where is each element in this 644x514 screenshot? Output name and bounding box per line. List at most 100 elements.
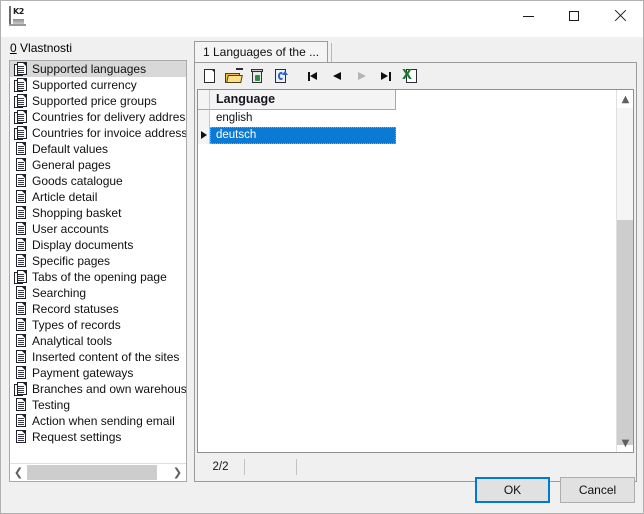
- list-item[interactable]: Default values: [10, 141, 186, 157]
- list-item[interactable]: Specific pages: [10, 253, 186, 269]
- list-item[interactable]: Types of records: [10, 317, 186, 333]
- delete-record-button[interactable]: [245, 65, 269, 87]
- list-item[interactable]: Countries for invoice addresses: [10, 125, 186, 141]
- grid-row-gutter: [198, 127, 210, 144]
- maximize-icon: [569, 11, 579, 21]
- list-item-label: Goods catalogue: [32, 174, 123, 188]
- list-item-label: Tabs of the opening page: [32, 270, 167, 284]
- refresh-document-icon: [274, 68, 288, 84]
- properties-list[interactable]: Supported languages Supported currency Sup…: [9, 60, 187, 482]
- properties-pane: 0 Vlastnosti Supported languages Supporte…: [9, 41, 187, 482]
- list-item[interactable]: Tabs of the opening page: [10, 269, 186, 285]
- document-icon: [14, 174, 27, 188]
- list-item-label: Branches and own warehouses: [32, 382, 186, 396]
- grid-vertical-scrollbar[interactable]: ▲ ▼: [616, 90, 633, 452]
- list-item-label: Request settings: [32, 430, 122, 444]
- list-item[interactable]: Display documents: [10, 237, 186, 253]
- record-counter: 2/2: [197, 459, 245, 475]
- document-icon: [14, 286, 27, 300]
- list-item[interactable]: Supported languages: [10, 61, 186, 77]
- list-item-label: Display documents: [32, 238, 134, 252]
- table-row[interactable]: english: [198, 110, 616, 127]
- document-icon: [14, 430, 27, 444]
- scroll-up-icon[interactable]: ▲: [617, 90, 633, 108]
- close-icon: [614, 10, 626, 22]
- table-row[interactable]: deutsch: [198, 127, 616, 144]
- multi-document-icon: [14, 62, 27, 76]
- list-item-label: Article detail: [32, 190, 98, 204]
- ok-button[interactable]: OK: [475, 477, 550, 503]
- properties-pane-accelerator: 0: [10, 41, 17, 55]
- close-button[interactable]: [597, 1, 643, 31]
- list-item[interactable]: Supported price groups: [10, 93, 186, 109]
- list-item[interactable]: Analytical tools: [10, 333, 186, 349]
- title-bar: K2: [1, 1, 643, 37]
- languages-grid[interactable]: Language english deutsch ▲ ▼: [197, 89, 634, 453]
- list-item-label: User accounts: [32, 222, 109, 236]
- document-icon: [14, 158, 27, 172]
- table-cell[interactable]: deutsch: [210, 127, 396, 144]
- navigate-next-icon: [354, 70, 369, 82]
- previous-record-button[interactable]: [325, 65, 349, 87]
- list-item[interactable]: Testing: [10, 397, 186, 413]
- list-item[interactable]: Article detail: [10, 189, 186, 205]
- document-icon: [14, 350, 27, 364]
- properties-pane-label-text: Vlastnosti: [16, 41, 73, 55]
- properties-pane-label: 0 Vlastnosti: [9, 41, 187, 58]
- last-record-button[interactable]: [373, 65, 397, 87]
- first-record-button[interactable]: [301, 65, 325, 87]
- recycle-bin-icon: [250, 68, 264, 84]
- vertical-scroll-thumb[interactable]: [617, 220, 633, 445]
- grid-gutter-header: [198, 90, 210, 110]
- list-item[interactable]: General pages: [10, 157, 186, 173]
- next-record-button[interactable]: [349, 65, 373, 87]
- list-item-label: Shopping basket: [32, 206, 122, 220]
- maximize-button[interactable]: [551, 1, 597, 31]
- list-item-label: Analytical tools: [32, 334, 113, 348]
- list-item[interactable]: Shopping basket: [10, 205, 186, 221]
- document-icon: [14, 366, 27, 380]
- open-record-button[interactable]: [221, 65, 245, 87]
- horizontal-scroll-thumb[interactable]: [27, 465, 157, 480]
- list-item[interactable]: Inserted content of the sites: [10, 349, 186, 365]
- document-icon: [14, 398, 27, 412]
- export-excel-button[interactable]: X: [397, 65, 421, 87]
- list-item[interactable]: Supported currency: [10, 77, 186, 93]
- list-item[interactable]: Record statuses: [10, 301, 186, 317]
- list-item[interactable]: Branches and own warehouses: [10, 381, 186, 397]
- column-header[interactable]: Language: [210, 90, 396, 110]
- cancel-button[interactable]: Cancel: [560, 477, 635, 503]
- multi-document-icon: [14, 382, 27, 396]
- scroll-right-icon[interactable]: ❯: [169, 464, 186, 481]
- list-item[interactable]: User accounts: [10, 221, 186, 237]
- document-icon: [14, 206, 27, 220]
- list-item[interactable]: Payment gateways: [10, 365, 186, 381]
- minimize-button[interactable]: [505, 1, 551, 31]
- list-item-label: Countries for delivery addresses: [32, 110, 186, 124]
- scroll-left-icon[interactable]: ❮: [10, 464, 27, 481]
- refresh-record-button[interactable]: [269, 65, 293, 87]
- navigate-last-icon: [378, 70, 393, 82]
- grid-header-row: Language: [198, 90, 616, 110]
- multi-document-icon: [14, 94, 27, 108]
- table-cell[interactable]: english: [210, 110, 396, 127]
- list-item-label: Record statuses: [32, 302, 119, 316]
- scroll-down-icon[interactable]: ▼: [617, 434, 633, 452]
- list-item-label: Supported currency: [32, 78, 137, 92]
- horizontal-scroll-track[interactable]: [27, 464, 169, 481]
- tab-strip-divider: [331, 43, 332, 62]
- vertical-scroll-track[interactable]: [617, 108, 633, 445]
- multi-document-icon: [14, 270, 27, 284]
- tab-panel: X Language english deutsch ▲ ▼ 2/2: [194, 62, 637, 482]
- tab-languages[interactable]: 1 Languages of the ...: [194, 41, 329, 62]
- navigate-previous-icon: [330, 70, 345, 82]
- properties-horizontal-scrollbar[interactable]: ❮ ❯: [10, 463, 186, 481]
- list-item[interactable]: Searching: [10, 285, 186, 301]
- list-item[interactable]: Request settings: [10, 429, 186, 445]
- new-record-button[interactable]: [197, 65, 221, 87]
- list-item-label: Default values: [32, 142, 109, 156]
- record-toolbar: X: [197, 65, 634, 87]
- list-item[interactable]: Countries for delivery addresses: [10, 109, 186, 125]
- list-item[interactable]: Action when sending email: [10, 413, 186, 429]
- list-item[interactable]: Goods catalogue: [10, 173, 186, 189]
